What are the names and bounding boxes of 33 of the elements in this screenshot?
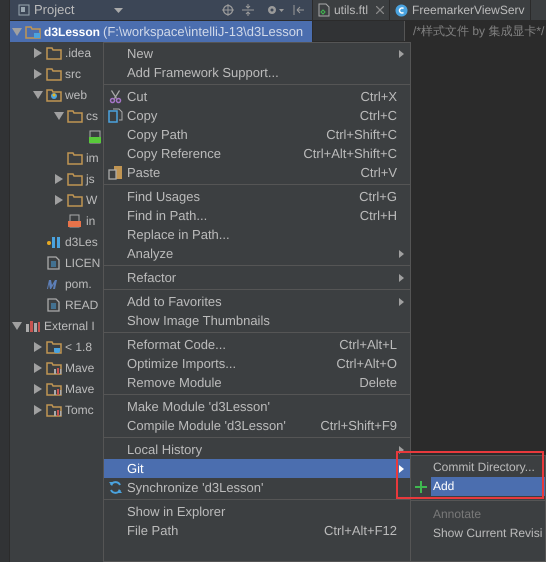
tree-label: in (86, 212, 96, 230)
shortcut-label: Ctrl+V (360, 164, 397, 182)
tree-label: Mave (65, 380, 94, 398)
panel-title: Project (34, 1, 74, 20)
code-line: /*样式文件 by 集成显卡*/ (412, 23, 544, 40)
path-label: (F:\workspace\intelliJ-13\d3Lesson (103, 22, 304, 41)
tree-label: READ (65, 296, 98, 314)
tree-label: Mave (65, 360, 94, 376)
tree-label: d3Les (65, 234, 98, 250)
tree-label: Tomc (65, 402, 94, 418)
shortcut-label: Ctrl+Shift+F9 (320, 416, 397, 435)
tree-label: External I (44, 318, 95, 334)
tree-label: d3Lesson (44, 24, 100, 40)
shortcut-label: Ctrl+Alt+F12 (324, 522, 397, 540)
tree-label: pom. (65, 276, 92, 292)
tree-label: js (86, 170, 95, 188)
tree-label: src (65, 66, 81, 82)
tree-label: cs (86, 108, 98, 124)
shortcut-label: Ctrl+C (360, 106, 397, 125)
shortcut-label: Ctrl+G (359, 188, 397, 206)
shortcut-label: Ctrl+H (360, 206, 397, 225)
tree-label: LICEN (65, 254, 100, 272)
shortcut-label: Ctrl+Alt+Shift+C (303, 144, 397, 163)
tree-label: web (65, 86, 88, 104)
tree-label: W (86, 192, 98, 208)
tree-label: im (86, 150, 99, 166)
tree-label: < 1.8 (65, 338, 92, 356)
shortcut-label: Ctrl+X (360, 88, 397, 106)
tree-label: .idea (65, 44, 92, 62)
shortcut-label: Delete (359, 374, 397, 392)
shortcut-label: Ctrl+Alt+L (339, 336, 397, 354)
shortcut-label: Ctrl+Shift+C (326, 126, 397, 144)
shortcut-label: Ctrl+Alt+O (336, 354, 397, 373)
